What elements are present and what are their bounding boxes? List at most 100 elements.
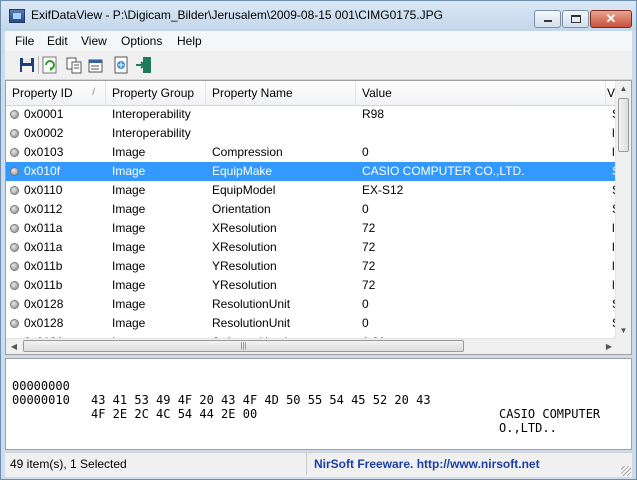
hex-line: 00000010 4F 2E 2C 4C 54 44 2E 00 O.,LTD.… [12,379,557,449]
table-cell: Interoperability [112,107,191,121]
scroll-left-icon[interactable]: ◀ [6,339,22,354]
table-row[interactable]: 0x011b Image YResolution 72 l [6,257,617,276]
table-cell: CASIO COMPUTER CO.,LTD. [362,164,525,178]
save-button[interactable] [18,56,36,74]
column-header-property-name[interactable]: Property Name [206,81,356,105]
table-cell: 0x011b [24,259,63,273]
table-row[interactable]: 0x0128ImageResolutionUnit0S [6,314,617,333]
close-icon: ✕ [605,11,617,26]
list-header: Property ID / Property Group Property Na… [6,81,617,106]
table-cell: EX-S12 [362,183,404,197]
table-cell: R98 [362,107,385,121]
table-cell: Image [112,221,146,235]
html-report-button[interactable] [112,56,130,74]
properties-button[interactable] [87,56,105,74]
copy-icon [66,57,82,74]
table-cell: Image [112,297,146,311]
table-row[interactable]: 0x0103 Image Compression 0 l [6,143,617,162]
table-row[interactable]: 0x011a Image XResolution 72 l [6,219,617,238]
table-cell: 0x0110 [24,183,63,197]
bullet-icon [10,110,19,119]
table-cell: YResolution [212,278,277,292]
table-cell [212,105,358,124]
table-cell [362,124,608,143]
column-header-value[interactable]: Value [356,81,606,105]
table-cell: 0 [362,145,369,159]
column-header-property-id[interactable]: Property ID / [6,81,106,105]
table-row[interactable]: 0x011a Image XResolution 72 l [6,238,617,257]
status-count: 49 item(s), 1 Selected [7,453,307,475]
column-header-property-group[interactable]: Property Group [106,81,206,105]
maximize-icon [571,15,581,23]
column-header-label: Property ID [12,86,73,100]
menu-view[interactable]: View [81,34,107,48]
table-row-selected[interactable]: 0x010f Image EquipMake CASIO COMPUTER CO.,L… [6,162,617,181]
table-cell: EquipMake [212,164,273,178]
hex-ascii: O.,LTD.. [499,421,557,435]
bullet-icon [10,319,19,328]
table-cell: 0x0103 [24,145,64,159]
table-cell: 0x011a [24,221,63,235]
window-title: ExifDataView - P:\Digicam_Bilder\Jerusal… [31,8,443,22]
table-cell: Image [112,240,146,254]
table-row[interactable]: 0x0001InteroperabilityR98S [6,105,617,124]
table-row[interactable]: 0x0128ImageResolutionUnit0S [6,295,617,314]
horizontal-scrollbar[interactable]: ◀ ||| ▶ [6,338,617,354]
scroll-up-icon[interactable]: ▲ [616,81,631,97]
table-cell: 0x011a [24,240,63,254]
minimize-button[interactable] [534,10,561,28]
table-cell: Image [112,183,146,197]
table-cell: XResolution [212,221,277,235]
copy-button[interactable] [65,56,83,74]
toolbar [5,51,632,80]
menu-help[interactable]: Help [177,34,202,48]
list-rows: 0x0001InteroperabilityR98S0x0002Interope… [6,105,617,339]
scroll-down-icon[interactable]: ▼ [616,323,631,339]
table-cell: 72 [362,259,376,273]
exit-icon [136,57,151,73]
maximize-button[interactable] [562,10,589,28]
hex-bytes: 4F 2E 2C 4C 54 44 2E 00 [91,407,258,421]
table-cell: ResolutionUnit [212,297,291,311]
table-cell: 0x0112 [24,202,63,216]
table-cell: 0x0002 [24,126,64,140]
menu-edit[interactable]: Edit [47,34,68,48]
table-cell: Orientation [212,202,271,216]
menu-file[interactable]: File [15,34,34,48]
table-row[interactable]: 0x0112ImageOrientation0S [6,200,617,219]
table-cell: 0 [362,202,369,216]
table-cell: 0 [362,316,369,330]
bullet-icon [10,224,19,233]
menu-options[interactable]: Options [121,34,162,48]
properties-list[interactable]: Property ID / Property Group Property Na… [5,80,632,355]
vertical-scrollbar[interactable]: ▲ ▼ [615,81,631,339]
table-cell: Image [112,316,146,330]
title-bar[interactable]: ExifDataView - P:\Digicam_Bilder\Jerusal… [1,1,636,31]
close-button[interactable]: ✕ [590,10,632,28]
nirsoft-link[interactable]: NirSoft Freeware. http://www.nirsoft.net [314,453,540,475]
refresh-button[interactable] [41,56,59,74]
table-row[interactable]: 0x011b Image YResolution 72 l [6,276,617,295]
status-bar: 49 item(s), 1 Selected NirSoft Freeware.… [5,452,632,477]
table-cell: Image [112,164,146,178]
table-row[interactable]: 0x0002 Interoperability l [6,124,617,143]
bullet-icon [10,300,19,309]
hex-address: 00000010 [12,393,70,407]
hex-dump-pane[interactable]: 00000000 43 41 53 49 4F 20 43 4F 4D 50 5… [5,358,632,450]
table-row[interactable]: 0x0110ImageEquipModelEX-S12S [6,181,617,200]
resize-grip-icon[interactable] [621,466,631,476]
hex-ascii: CASIO COMPUTER [499,407,601,421]
horizontal-scroll-thumb[interactable]: ||| [23,340,464,352]
table-cell: Image [112,278,146,292]
bullet-icon [10,205,19,214]
properties-icon [88,59,103,73]
html-report-icon [114,56,128,74]
vertical-scroll-thumb[interactable] [618,98,629,152]
exit-button[interactable] [135,56,153,74]
toolbar-separator [38,56,39,74]
bullet-icon [10,129,19,138]
app-icon[interactable] [9,9,25,23]
bullet-icon [10,281,19,290]
table-cell: 0x0128 [24,297,64,311]
table-cell: Image [112,202,146,216]
